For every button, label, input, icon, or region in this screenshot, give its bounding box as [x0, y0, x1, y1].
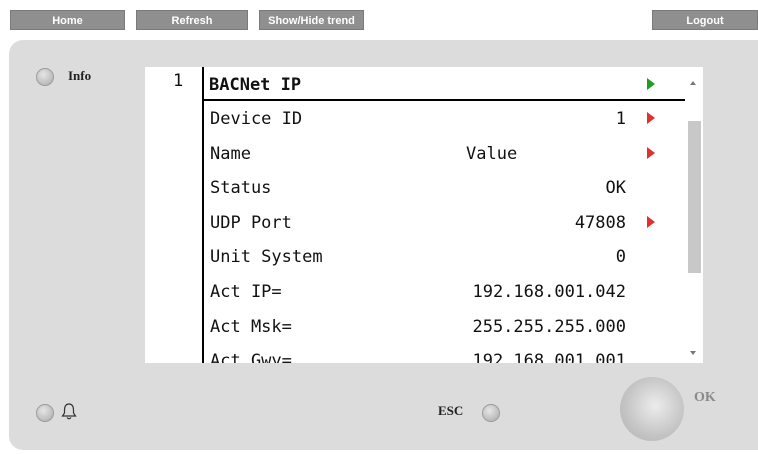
parameter-row: Status OK: [204, 170, 684, 204]
parameter-label: Device ID: [210, 109, 303, 129]
parameter-row[interactable]: Name Value: [204, 136, 684, 170]
parameter-row[interactable]: UDP Port 47808: [204, 205, 684, 239]
parameter-row: Unit System 0: [204, 239, 684, 273]
play-right-red-icon[interactable]: [647, 112, 655, 124]
parameter-label: Unit System: [210, 247, 323, 268]
play-right-red-icon[interactable]: [647, 215, 655, 228]
info-led-button[interactable]: [36, 68, 54, 86]
alarm-led-button[interactable]: [36, 404, 54, 422]
parameter-label: UDP Port: [210, 212, 292, 233]
parameter-value: 1: [615, 109, 626, 129]
esc-button[interactable]: [482, 404, 500, 422]
parameter-value: 0: [615, 247, 626, 268]
parameter-row[interactable]: Device ID 1: [204, 101, 684, 135]
display-screen: 1 BACNet IP Device ID 1 Name Value Status OK U…: [145, 67, 703, 363]
info-label: Info: [68, 68, 92, 83]
scroll-down-icon[interactable]: [690, 351, 696, 355]
parameter-label: Status: [210, 178, 272, 199]
screen-title: BACNet IP: [209, 75, 302, 95]
scroll-up-icon[interactable]: [690, 81, 696, 85]
home-button[interactable]: Home: [10, 10, 125, 30]
ok-knob-button[interactable]: [620, 377, 684, 441]
parameter-value: OK: [605, 178, 626, 199]
parameter-value: 192.168.001.042: [472, 282, 626, 302]
parameter-label: Act Gwy=: [210, 351, 292, 363]
parameter-row: Act Msk= 255.255.255.000: [204, 309, 684, 343]
parameter-value: 47808: [574, 212, 626, 233]
title-play-green-icon[interactable]: [647, 78, 655, 90]
scrollbar-thumb[interactable]: [688, 121, 701, 273]
parameter-row: Act IP= 192.168.001.042: [204, 274, 684, 308]
parameter-value: 192.168.001.001: [472, 351, 626, 363]
logout-button[interactable]: Logout: [652, 10, 758, 30]
esc-label: ESC: [438, 403, 464, 418]
top-toolbar: Home Refresh Show/Hide trend Logout: [0, 0, 758, 34]
play-right-red-icon[interactable]: [647, 146, 655, 159]
line-number: 1: [173, 71, 184, 91]
parameter-value: Value: [466, 143, 518, 164]
bell-icon[interactable]: [61, 402, 77, 420]
refresh-button[interactable]: Refresh: [136, 10, 248, 30]
parameter-label: Act Msk=: [210, 316, 292, 337]
parameter-value: 255.255.255.000: [472, 316, 626, 337]
parameter-label: Name: [210, 143, 251, 164]
parameter-label: Act IP=: [210, 282, 282, 302]
parameter-row: Act Gwy= 192.168.001.001: [204, 343, 684, 363]
ok-label: OK: [694, 390, 716, 405]
show-hide-trend-button[interactable]: Show/Hide trend: [259, 10, 364, 30]
